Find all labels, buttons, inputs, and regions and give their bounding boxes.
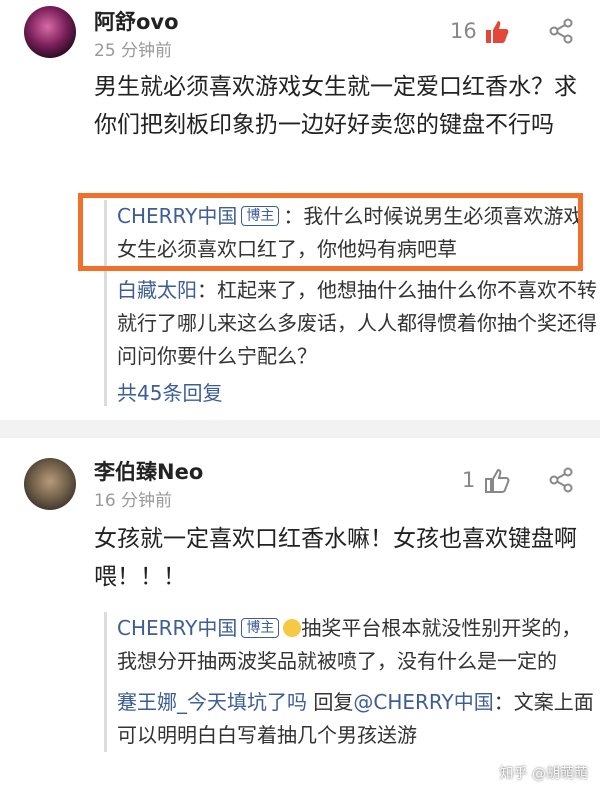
username[interactable]: 阿舒ovo: [94, 6, 179, 36]
view-more-replies-link[interactable]: 共45条回复: [117, 377, 597, 406]
blogger-badge: 博主: [241, 618, 280, 638]
reply-item: 白藏太阳：杠起来了，他想抽什么抽什么你不喜欢不转就行了哪儿来这么多废话，人人都得…: [117, 274, 597, 373]
avatar[interactable]: [24, 6, 76, 58]
reply-word: 回复: [307, 690, 354, 714]
share-icon[interactable]: [548, 18, 574, 44]
reply-author[interactable]: CHERRY中国: [117, 616, 237, 640]
comment-text: 男生就必须喜欢游戏女生就一定爱口红香水？求你们把刻板印象扔一边好好卖您的键盘不行…: [94, 74, 577, 138]
reply-thread: CHERRY中国 博主 抽奖平台根本就没性别开奖的，我想分开抽两波奖品就被喷了，没有…: [104, 612, 597, 752]
share-icon[interactable]: [548, 467, 574, 493]
reply-item: 蹇王娜_今天填坑了吗 回复@CHERRY中国：文案上面可以明明白白写着抽几个男孩…: [117, 686, 597, 752]
like-count: 1: [462, 468, 476, 492]
like-count: 16: [450, 19, 477, 43]
avatar[interactable]: [24, 458, 76, 510]
reply-author[interactable]: 白藏太阳: [117, 278, 197, 302]
watermark: 知乎 @胡萌萌: [499, 766, 588, 782]
username[interactable]: 李伯臻Neo: [94, 456, 203, 486]
thumbs-up-icon[interactable]: [483, 19, 511, 45]
laughing-emoji-icon: [283, 619, 302, 637]
reply-item: CHERRY中国 博主 抽奖平台根本就没性别开奖的，我想分开抽两波奖品就被喷了，没有…: [117, 612, 597, 678]
timestamp: 25 分钟前: [94, 41, 173, 61]
comment-text: 女孩就一定喜欢口红香水嘛！女孩也喜欢键盘啊喂！！！: [94, 526, 577, 590]
timestamp: 16 分钟前: [94, 491, 173, 511]
reply-mention[interactable]: @CHERRY中国: [353, 690, 493, 714]
reply-author[interactable]: 蹇王娜_今天填坑了吗: [117, 690, 307, 714]
highlight-box: [78, 193, 583, 271]
comment-divider: [0, 420, 600, 438]
thumbs-up-icon[interactable]: [483, 468, 511, 494]
